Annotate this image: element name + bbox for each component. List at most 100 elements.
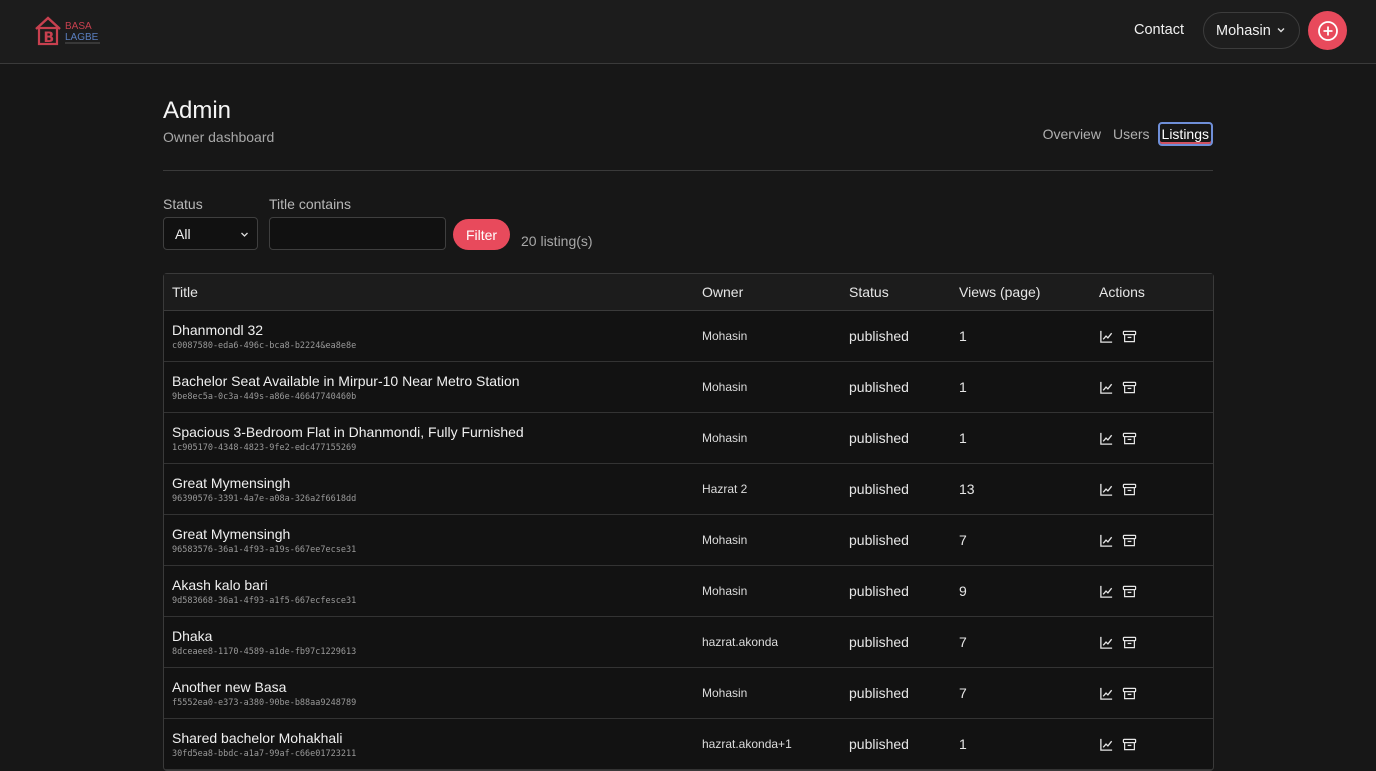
status-select[interactable]: All — [163, 217, 258, 250]
table-row: Spacious 3-Bedroom Flat in Dhanmondi, Fu… — [164, 413, 1213, 464]
archive-icon[interactable] — [1122, 431, 1137, 446]
listing-title[interactable]: Great Mymensingh — [172, 526, 702, 543]
archive-icon[interactable] — [1122, 533, 1137, 548]
listing-status: published — [849, 532, 909, 548]
listing-owner: Mohasin — [702, 584, 748, 598]
listing-status: published — [849, 634, 909, 650]
listing-views: 1 — [959, 736, 967, 752]
table-header: Title Owner Status Views (page) Actions — [164, 274, 1213, 311]
add-listing-button[interactable] — [1308, 11, 1347, 50]
listing-id: 96390576-3391-4a7e-a08a-326a2f6618dd — [172, 493, 357, 504]
tab-listings[interactable]: Listings — [1157, 122, 1213, 146]
listing-title[interactable]: Bachelor Seat Available in Mirpur-10 Nea… — [172, 373, 702, 390]
listing-title[interactable]: Akash kalo bari — [172, 577, 702, 594]
listing-views: 7 — [959, 532, 967, 548]
user-menu-button[interactable]: Mohasin — [1203, 12, 1300, 49]
listing-id: 1c905170-4348-4823-9fe2-edc477155269 — [172, 442, 357, 453]
listing-id: 9d583668-36a1-4f93-a1f5-667ecfesce31 — [172, 595, 357, 606]
tab-overview[interactable]: Overview — [1039, 122, 1105, 146]
listing-id: 96583576-36a1-4f93-a19s-667ee7ecse31 — [172, 544, 357, 555]
status-filter-label: Status — [163, 196, 203, 212]
archive-icon[interactable] — [1122, 380, 1137, 395]
listing-title-cell: Another new Basa f5552ea0-e373-a380-90be… — [164, 679, 702, 708]
chart-line-icon[interactable] — [1099, 329, 1114, 344]
user-name: Mohasin — [1216, 22, 1271, 39]
chart-line-icon[interactable] — [1099, 431, 1114, 446]
listing-title-cell: Dhaka 8dceaee8-1170-4589-a1de-fb97c12296… — [164, 628, 702, 657]
archive-icon[interactable] — [1122, 686, 1137, 701]
listing-title[interactable]: Dhaka — [172, 628, 702, 645]
listing-title-cell: Spacious 3-Bedroom Flat in Dhanmondi, Fu… — [164, 424, 702, 453]
table-row: Great Mymensingh 96390576-3391-4a7e-a08a… — [164, 464, 1213, 515]
chart-line-icon[interactable] — [1099, 686, 1114, 701]
table-row: Dhaka 8dceaee8-1170-4589-a1de-fb97c12296… — [164, 617, 1213, 668]
col-views-header: Views (page) — [959, 284, 1041, 300]
listing-id: 9be8ec5a-0c3a-449s-a86e-46647740460b — [172, 391, 357, 402]
header-divider — [163, 170, 1213, 171]
listing-status: published — [849, 379, 909, 395]
table-row: Shared bachelor Mohakhali 30fd5ea8-bbdc-… — [164, 719, 1213, 770]
chart-line-icon[interactable] — [1099, 482, 1114, 497]
page-subtitle: Owner dashboard — [163, 129, 275, 145]
listing-actions — [1099, 431, 1199, 446]
listing-owner: hazrat.akonda — [702, 635, 779, 649]
listing-actions — [1099, 380, 1199, 395]
title-contains-input[interactable] — [269, 217, 446, 250]
plus-circle-icon — [1317, 20, 1338, 41]
status-select-value: All — [175, 226, 191, 242]
table-row: Dhanmondl 32 c0087580-eda6-496c-bca8-b22… — [164, 311, 1213, 362]
table-row: Great Mymensingh 96583576-36a1-4f93-a19s… — [164, 515, 1213, 566]
listing-title[interactable]: Another new Basa — [172, 679, 702, 696]
listing-id: f5552ea0-e373-a380-90be-b88aa9248789 — [172, 697, 357, 708]
listing-actions — [1099, 635, 1199, 650]
top-navbar: B BASA LAGBE Contact Mohasin — [0, 0, 1376, 64]
contact-link[interactable]: Contact — [1134, 22, 1184, 38]
listing-owner: hazrat.akonda+1 — [702, 737, 792, 751]
listing-owner: Hazrat 2 — [702, 482, 748, 496]
listing-actions — [1099, 584, 1199, 599]
listing-views: 7 — [959, 634, 967, 650]
listing-actions — [1099, 737, 1199, 752]
col-status-header: Status — [849, 284, 889, 300]
tab-users[interactable]: Users — [1109, 122, 1154, 146]
filter-button[interactable]: Filter — [453, 219, 510, 250]
table-row: Another new Basa f5552ea0-e373-a380-90be… — [164, 668, 1213, 719]
listing-title-cell: Shared bachelor Mohakhali 30fd5ea8-bbdc-… — [164, 730, 702, 759]
listing-title-cell: Bachelor Seat Available in Mirpur-10 Nea… — [164, 373, 702, 402]
listing-views: 1 — [959, 430, 967, 446]
archive-icon[interactable] — [1122, 482, 1137, 497]
chart-line-icon[interactable] — [1099, 737, 1114, 752]
listing-id: 30fd5ea8-bbdc-a1a7-99af-c66e01723211 — [172, 748, 357, 759]
archive-icon[interactable] — [1122, 635, 1137, 650]
col-owner-header: Owner — [702, 284, 744, 300]
listing-title[interactable]: Dhanmondl 32 — [172, 322, 702, 339]
col-title-header: Title — [172, 284, 198, 300]
listing-status: published — [849, 685, 909, 701]
listing-views: 1 — [959, 379, 967, 395]
listing-title-cell: Great Mymensingh 96390576-3391-4a7e-a08a… — [164, 475, 702, 504]
chart-line-icon[interactable] — [1099, 635, 1114, 650]
listing-title[interactable]: Spacious 3-Bedroom Flat in Dhanmondi, Fu… — [172, 424, 702, 441]
listing-status: published — [849, 481, 909, 497]
table-body: Dhanmondl 32 c0087580-eda6-496c-bca8-b22… — [164, 311, 1213, 770]
chart-line-icon[interactable] — [1099, 533, 1114, 548]
chart-line-icon[interactable] — [1099, 380, 1114, 395]
listing-status: published — [849, 430, 909, 446]
listings-table: Title Owner Status Views (page) Actions … — [163, 273, 1214, 771]
listing-title[interactable]: Great Mymensingh — [172, 475, 702, 492]
listing-views: 9 — [959, 583, 967, 599]
svg-text:LAGBE: LAGBE — [65, 32, 99, 43]
table-row: Akash kalo bari 9d583668-36a1-4f93-a1f5-… — [164, 566, 1213, 617]
listing-status: published — [849, 328, 909, 344]
basa-lagbe-logo[interactable]: B BASA LAGBE — [34, 14, 104, 48]
listing-owner: Mohasin — [702, 380, 748, 394]
title-filter-label: Title contains — [269, 196, 351, 212]
archive-icon[interactable] — [1122, 584, 1137, 599]
listing-title[interactable]: Shared bachelor Mohakhali — [172, 730, 702, 747]
listing-status: published — [849, 736, 909, 752]
listing-actions — [1099, 329, 1199, 344]
archive-icon[interactable] — [1122, 737, 1137, 752]
archive-icon[interactable] — [1122, 329, 1137, 344]
listing-owner: Mohasin — [702, 431, 748, 445]
chart-line-icon[interactable] — [1099, 584, 1114, 599]
